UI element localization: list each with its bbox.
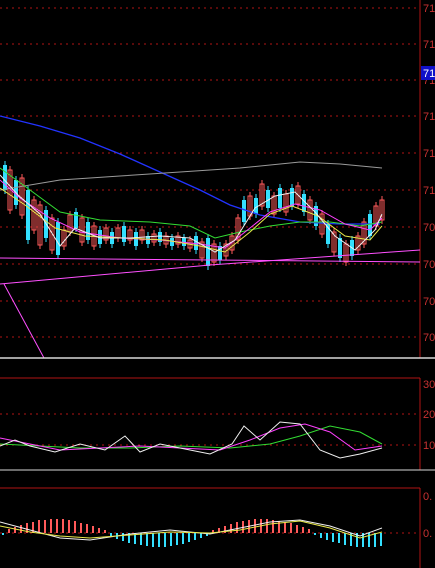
histogram-bar (380, 533, 382, 546)
histogram-bar (320, 533, 322, 538)
histogram-bar (200, 533, 202, 538)
histogram-bar (140, 533, 142, 545)
histogram-bar (230, 524, 232, 533)
histogram-bar (98, 528, 100, 533)
histogram-bar (38, 520, 40, 533)
candle-body (290, 188, 294, 206)
price-tick-label: 70 (423, 259, 435, 271)
histogram-bar (194, 533, 196, 540)
histogram-bar (284, 522, 286, 533)
histogram-bar (20, 525, 22, 533)
candle-body (122, 226, 126, 242)
histogram-bar (344, 533, 346, 545)
price-tick-label: 70 (423, 332, 435, 344)
histogram-bar (314, 533, 316, 535)
chart-background (0, 0, 435, 568)
histogram-bar (326, 533, 328, 540)
histogram-bar (374, 533, 376, 547)
candle-body (26, 190, 30, 240)
histogram-bar (176, 533, 178, 545)
histogram-bar (338, 533, 340, 543)
histogram-bar (86, 524, 88, 533)
candle-body (74, 212, 78, 228)
indicator1-tick-label: 30 (423, 379, 435, 391)
price-tick-label: 71 (423, 148, 435, 160)
histogram-bar (236, 522, 238, 533)
histogram-bar (8, 529, 10, 533)
candle-body (368, 214, 372, 236)
price-tick-label: 70 (423, 296, 435, 308)
price-tick-label: 71 (423, 185, 435, 197)
histogram-bar (266, 519, 268, 533)
histogram-bar (302, 527, 304, 533)
histogram-bar (14, 527, 16, 533)
histogram-bar (146, 533, 148, 546)
histogram-bar (254, 519, 256, 533)
histogram-bar (170, 533, 172, 546)
histogram-bar (74, 521, 76, 533)
histogram-bar (308, 529, 310, 533)
indicator2-tick-label: 0. (423, 528, 432, 540)
candle-body (206, 238, 210, 266)
price-tick-label: 70 (423, 222, 435, 234)
histogram-bar (290, 523, 292, 533)
histogram-bar (188, 533, 190, 542)
histogram-bar (332, 533, 334, 542)
candle-body (56, 222, 60, 255)
candle-body (170, 238, 174, 246)
price-tick-label: 71 (423, 39, 435, 51)
histogram-bar (80, 523, 82, 533)
histogram-bar (158, 533, 160, 547)
last-price-tag-label: 71 (423, 68, 435, 80)
histogram-bar (152, 533, 154, 547)
price-tick-label: 71 (423, 111, 435, 123)
indicator2-tick-label: 0. (423, 491, 432, 503)
histogram-bar (44, 520, 46, 533)
histogram-bar (50, 519, 52, 533)
candle-body (86, 222, 90, 240)
histogram-bar (296, 525, 298, 533)
histogram-bar (182, 533, 184, 544)
stock-chart-canvas: 71717171717170707070 71 30 20 10 0. 0. (0, 0, 435, 568)
histogram-bar (62, 519, 64, 533)
histogram-bar (122, 533, 124, 541)
histogram-bar (164, 533, 166, 547)
indicator1-tick-label: 10 (423, 440, 435, 452)
histogram-bar (56, 519, 58, 533)
indicator1-tick-label: 20 (423, 409, 435, 421)
price-tick-label: 71 (423, 3, 435, 15)
candle-body (278, 188, 282, 208)
histogram-bar (2, 533, 4, 535)
histogram-bar (68, 520, 70, 533)
histogram-bar (104, 530, 106, 533)
histogram-bar (92, 526, 94, 533)
candle-body (242, 200, 246, 222)
